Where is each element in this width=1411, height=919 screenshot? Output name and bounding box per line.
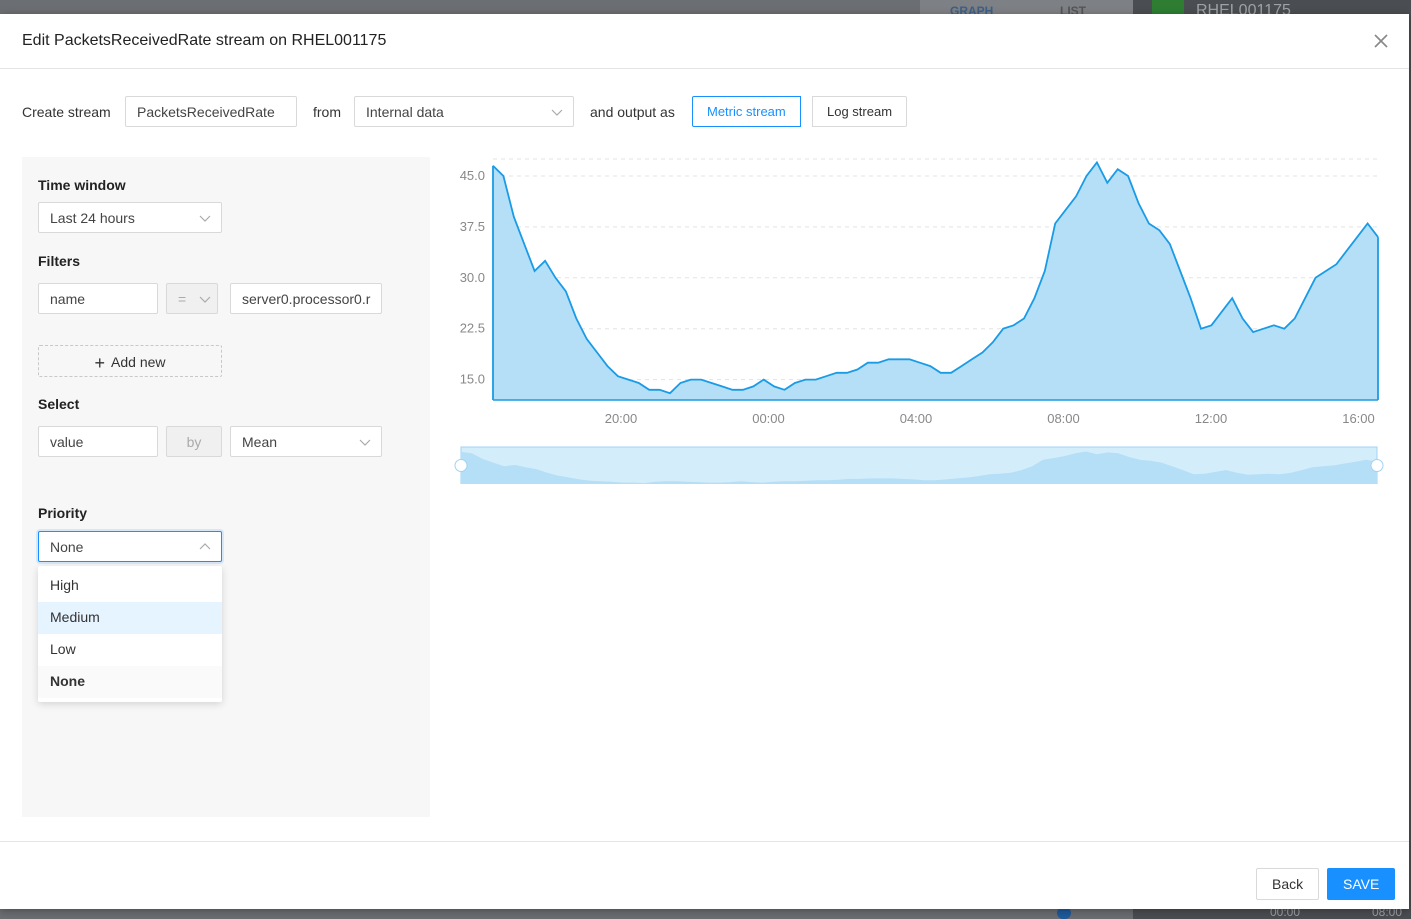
filters-label: Filters [38,253,81,269]
y-tick-label: 30.0 [460,270,485,285]
priority-select[interactable]: None [38,531,222,562]
priority-option-high[interactable]: High [38,570,222,602]
source-select[interactable]: Internal data [354,96,574,127]
close-icon [1374,34,1388,48]
output-as-label: and output as [590,104,675,120]
stream-preview-chart: 15.0 22.5 30.0 37.5 45.0 20:00 00:00 04:00 08:00… [440,154,1400,484]
y-tick-label: 45.0 [460,168,485,183]
select-field-input[interactable]: value [38,426,158,457]
priority-label: Priority [38,505,88,521]
from-label: from [313,104,341,120]
modal-footer: Back SAVE [0,841,1409,909]
time-window-label: Time window [38,177,126,193]
y-tick-label: 22.5 [460,321,485,336]
select-label: Select [38,396,80,412]
chevron-down-icon [199,292,211,304]
select-by-label: by [166,426,222,457]
priority-option-medium[interactable]: Medium [38,602,222,634]
x-tick-label: 08:00 [1047,411,1080,426]
back-button[interactable]: Back [1256,868,1320,900]
x-tick-label: 20:00 [605,411,638,426]
metric-stream-option[interactable]: Metric stream [692,96,801,127]
series-area [493,162,1378,400]
x-tick-label: 04:00 [900,411,933,426]
filter-operator-value: = [178,291,187,307]
aggregation-select[interactable]: Mean [230,426,382,457]
time-window-select[interactable]: Last 24 hours [38,202,222,233]
y-tick-label: 37.5 [460,219,485,234]
modal-header: Edit PacketsReceivedRate stream on RHEL0… [0,14,1409,69]
range-handle-right [1370,459,1384,472]
chevron-down-icon [199,211,211,223]
x-tick-label: 00:00 [752,411,785,426]
filter-operator-select[interactable]: = [166,283,218,314]
range-handle-left [454,459,468,472]
filter-value-input[interactable]: server0.processor0.r [230,283,382,314]
chevron-down-icon [551,105,563,117]
stream-definition-row: Create stream PacketsReceivedRate from I… [0,96,1409,128]
plus-icon: + [94,353,106,373]
close-button[interactable] [1370,30,1392,52]
stream-config-panel: Time window Last 24 hours Filters name =… [22,157,430,817]
priority-value: None [50,539,84,555]
priority-option-low[interactable]: Low [38,634,222,666]
add-filter-label: Add new [111,354,166,370]
area-chart: 15.0 22.5 30.0 37.5 45.0 20:00 00:00 04:00 08:00… [454,158,1384,484]
time-window-value: Last 24 hours [50,210,135,226]
priority-option-none[interactable]: None [38,666,222,698]
stream-name-input[interactable]: PacketsReceivedRate [125,96,297,127]
y-tick-label: 15.0 [460,372,485,387]
x-tick-label: 12:00 [1195,411,1228,426]
aggregation-value: Mean [242,434,278,450]
create-stream-label: Create stream [22,104,111,120]
x-tick-label: 16:00 [1342,411,1375,426]
save-button[interactable]: SAVE [1327,868,1396,900]
filter-field-input[interactable]: name [38,283,158,314]
source-select-value: Internal data [366,104,444,120]
add-filter-button[interactable]: + Add new [38,345,222,377]
modal-title: Edit PacketsReceivedRate stream on RHEL0… [22,32,387,49]
chevron-down-icon [359,435,371,447]
background-host-icon [1152,0,1184,14]
chevron-up-icon [199,540,211,552]
priority-dropdown-menu: High Medium Low None [38,566,222,702]
edit-stream-modal: Edit PacketsReceivedRate stream on RHEL0… [0,14,1409,909]
log-stream-option[interactable]: Log stream [812,96,908,127]
